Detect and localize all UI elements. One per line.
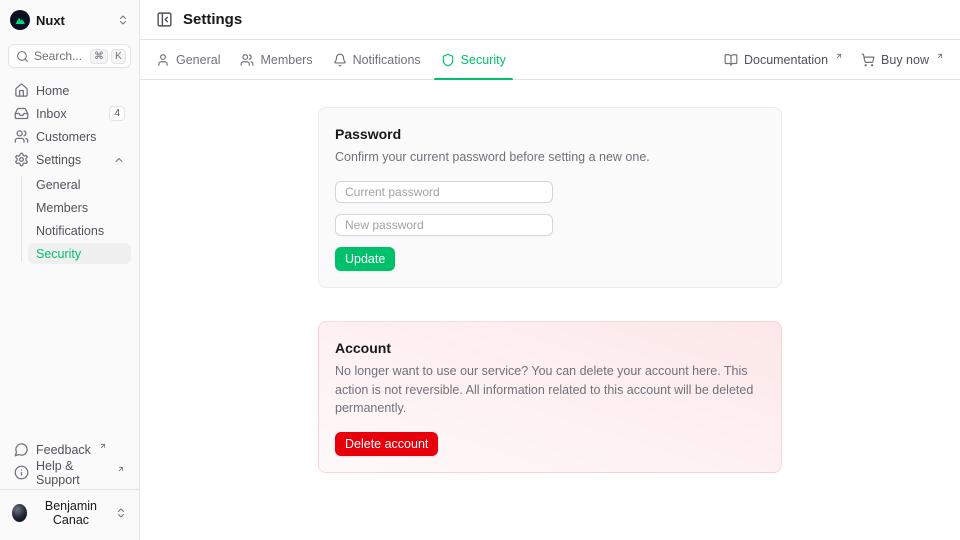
settings-subnav: General Members Notifications Security — [21, 174, 131, 264]
sidebar-item-home[interactable]: Home — [8, 80, 131, 101]
password-card-title: Password — [335, 126, 765, 142]
sidebar-item-feedback[interactable]: Feedback — [8, 439, 131, 460]
workspace-switcher[interactable]: Nuxt — [8, 8, 131, 32]
tab-label: Notifications — [353, 53, 421, 67]
shield-icon — [441, 53, 455, 67]
sidebar-item-customers[interactable]: Customers — [8, 126, 131, 147]
kbd-meta: ⌘ — [90, 49, 108, 64]
sidebar-user-section: Benjamin Canac — [0, 489, 139, 532]
tab-notifications[interactable]: Notifications — [333, 40, 421, 79]
info-circle-icon — [14, 465, 29, 480]
sidebar-item-settings[interactable]: Settings — [8, 149, 131, 170]
bell-icon — [333, 53, 347, 67]
user-icon — [156, 53, 170, 67]
sidebar-item-general[interactable]: General — [28, 174, 131, 195]
page-header: Settings — [140, 0, 960, 40]
account-card: Account No longer want to use our servic… — [318, 321, 782, 473]
update-password-button[interactable]: Update — [335, 247, 395, 271]
password-fields — [335, 181, 765, 236]
sidebar-item-label: Help & Support — [36, 459, 109, 487]
tab-label: Security — [461, 53, 506, 67]
chevrons-up-down-icon — [115, 507, 127, 519]
documentation-link[interactable]: Documentation — [724, 53, 843, 67]
sidebar-collapse-button[interactable] — [156, 11, 173, 28]
search-shortcut: ⌘ K — [90, 49, 126, 64]
chevron-up-icon — [113, 154, 125, 166]
user-name: Benjamin Canac — [33, 499, 109, 527]
sidebar-item-label: Notifications — [36, 224, 104, 238]
external-link-icon — [117, 465, 125, 473]
house-icon — [14, 83, 29, 98]
panel-left-close-icon — [156, 11, 173, 28]
password-card-description: Confirm your current password before set… — [335, 148, 765, 167]
tab-general[interactable]: General — [156, 40, 220, 79]
sidebar-item-label: Inbox — [36, 107, 67, 121]
sidebar-nav: Home Inbox 4 Customers Settings — [8, 80, 131, 264]
account-card-description: No longer want to use our service? You c… — [335, 362, 765, 418]
main-panel: Settings General Members Notifications S… — [140, 0, 960, 540]
workspace-name: Nuxt — [36, 13, 65, 28]
tab-security[interactable]: Security — [441, 40, 506, 79]
message-bubble-icon — [14, 442, 29, 457]
sidebar-item-label: Feedback — [36, 443, 91, 457]
inbox-count-badge: 4 — [109, 106, 125, 121]
sidebar: Nuxt Search... ⌘ K Home Inbox 4 — [0, 0, 140, 540]
page-title: Settings — [183, 11, 242, 28]
avatar — [12, 504, 27, 522]
link-label: Buy now — [881, 53, 929, 67]
nuxt-logo-icon — [10, 10, 30, 30]
tab-label: Members — [260, 53, 312, 67]
sidebar-item-security[interactable]: Security — [28, 243, 131, 264]
new-password-field[interactable] — [335, 214, 553, 236]
current-password-field[interactable] — [335, 181, 553, 203]
tab-members[interactable]: Members — [240, 40, 312, 79]
users-icon — [240, 53, 254, 67]
gear-icon — [14, 152, 29, 167]
kbd-k: K — [111, 49, 126, 64]
sidebar-item-label: General — [36, 178, 80, 192]
chevrons-up-down-icon — [117, 14, 129, 26]
sidebar-spacer — [8, 264, 131, 439]
sidebar-footer-nav: Feedback Help & Support — [8, 439, 131, 483]
password-card: Password Confirm your current password b… — [318, 107, 782, 288]
book-open-icon — [724, 53, 738, 67]
header-links: Documentation Buy now — [724, 53, 944, 67]
tab-label: General — [176, 53, 220, 67]
sidebar-item-label: Settings — [36, 153, 81, 167]
buy-now-link[interactable]: Buy now — [861, 53, 944, 67]
content-area: Password Confirm your current password b… — [140, 80, 960, 540]
users-icon — [14, 129, 29, 144]
sidebar-item-members[interactable]: Members — [28, 197, 131, 218]
external-link-icon — [99, 442, 107, 450]
sidebar-item-label: Members — [36, 201, 88, 215]
search-icon — [16, 50, 29, 63]
sidebar-item-label: Home — [36, 84, 69, 98]
user-menu-button[interactable]: Benjamin Canac — [8, 496, 131, 530]
link-label: Documentation — [744, 53, 828, 67]
sidebar-item-label: Customers — [36, 130, 96, 144]
account-card-title: Account — [335, 340, 765, 356]
external-link-icon — [936, 52, 944, 60]
search-placeholder: Search... — [34, 49, 82, 63]
inbox-icon — [14, 106, 29, 121]
search-input[interactable]: Search... ⌘ K — [8, 44, 131, 68]
shopping-cart-icon — [861, 53, 875, 67]
sidebar-item-help-support[interactable]: Help & Support — [8, 462, 131, 483]
delete-account-button[interactable]: Delete account — [335, 432, 438, 456]
sidebar-item-label: Security — [36, 247, 81, 261]
tab-bar: General Members Notifications Security — [140, 40, 960, 80]
external-link-icon — [835, 52, 843, 60]
sidebar-item-notifications[interactable]: Notifications — [28, 220, 131, 241]
sidebar-item-inbox[interactable]: Inbox 4 — [8, 103, 131, 124]
